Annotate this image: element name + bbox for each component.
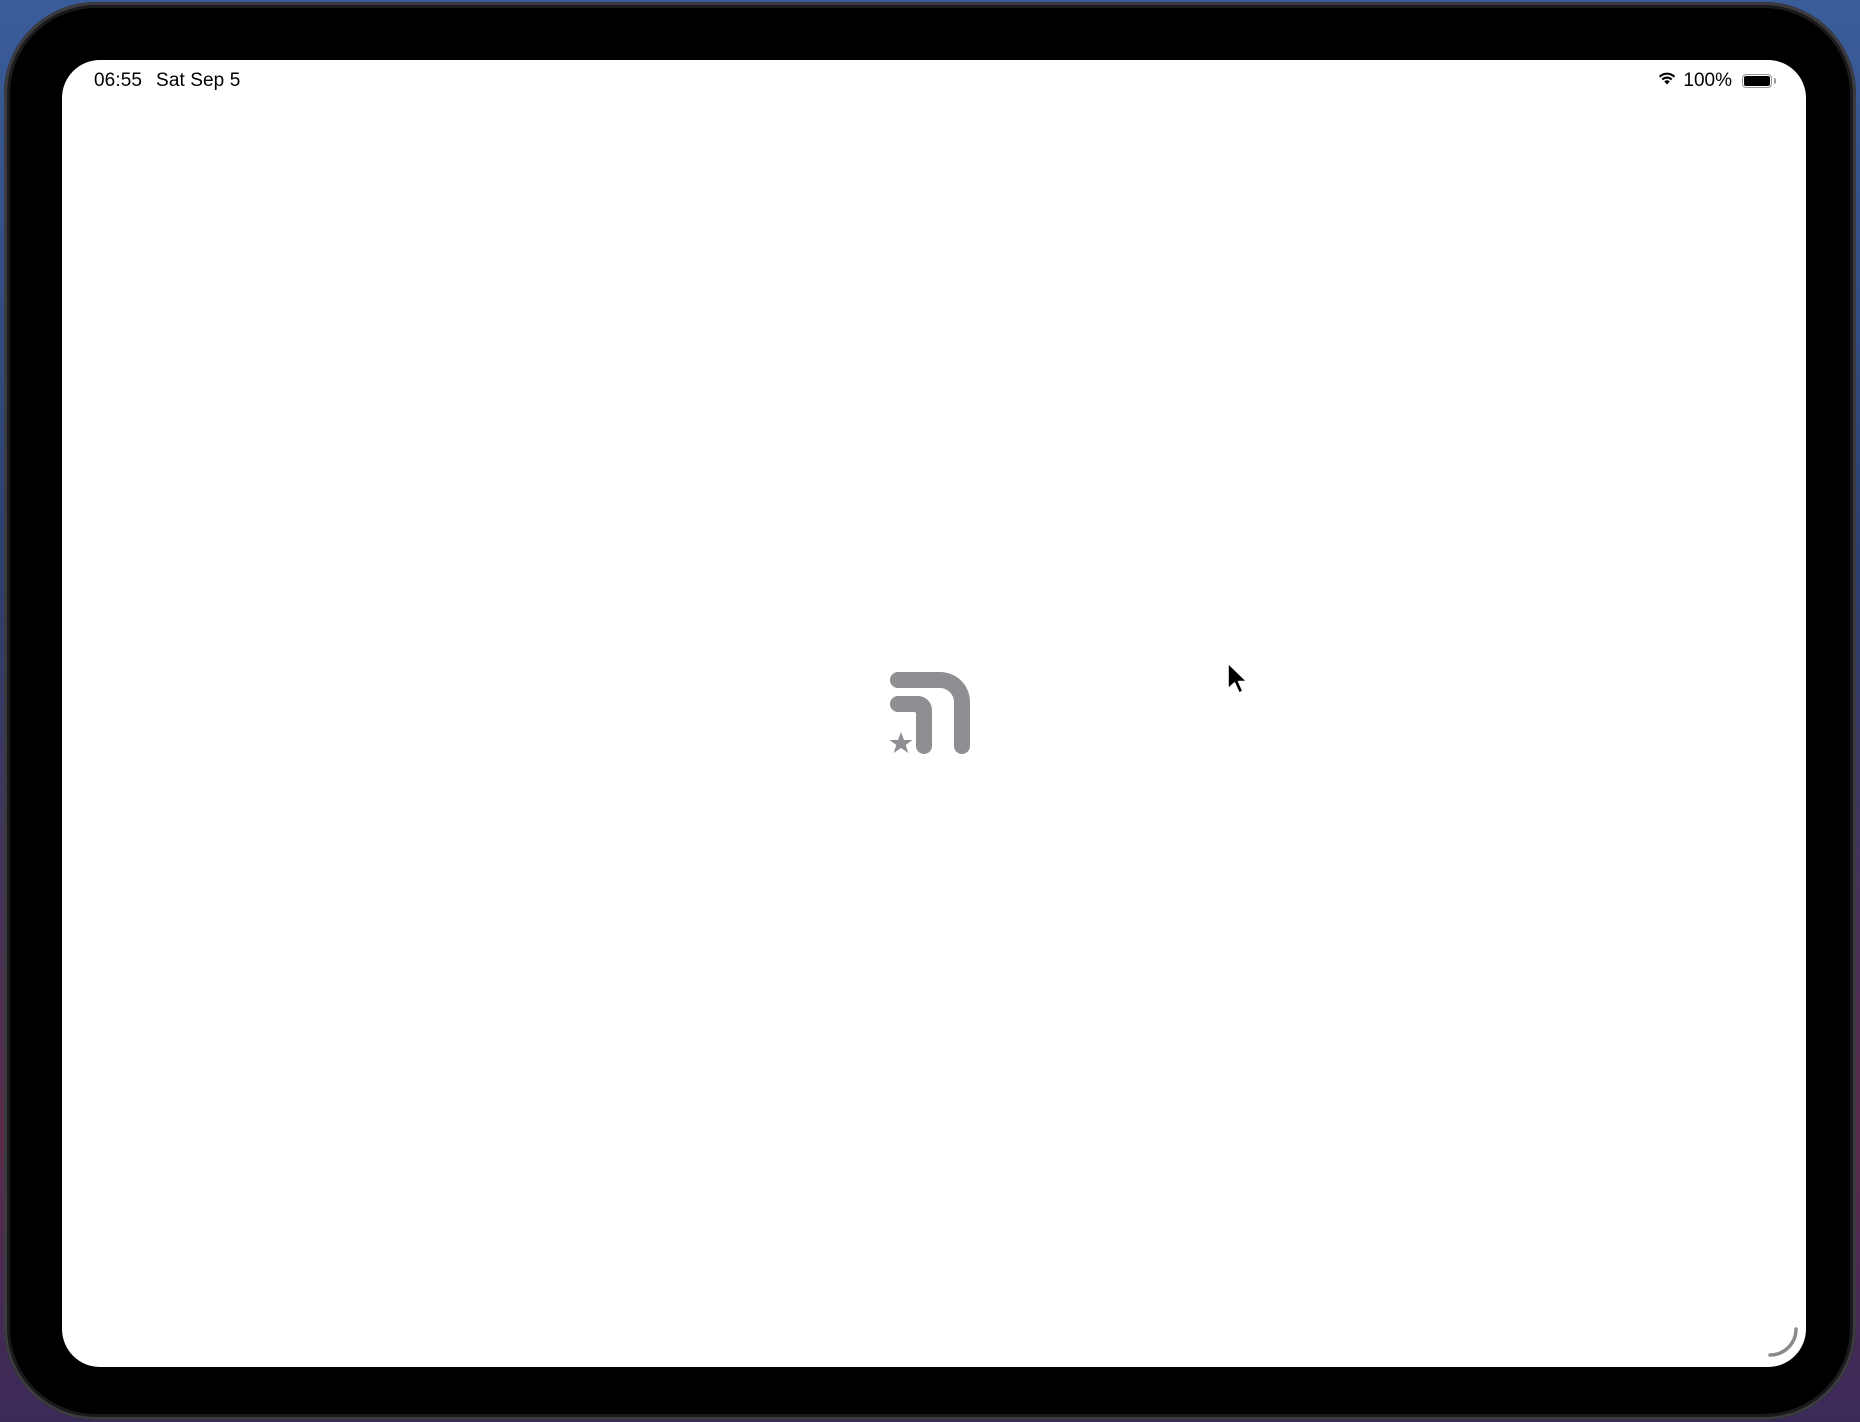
status-time: 06:55 [94,70,143,91]
status-bar-right: 100% [1657,70,1776,92]
ipad-screen: 06:55 Sat Sep 5 100% [62,60,1806,1367]
status-bar: 06:55 Sat Sep 5 100% [62,60,1806,102]
wifi-icon [1657,70,1677,92]
pointer-cursor-icon [1227,662,1248,694]
battery-percent: 100% [1683,70,1732,91]
status-date: Sat Sep 5 [156,70,241,91]
app-logo-icon [889,672,970,754]
resize-corner-indicator [1768,1327,1798,1357]
ipad-device-frame: 06:55 Sat Sep 5 100% [4,2,1856,1420]
battery-tip [1774,78,1776,84]
status-bar-left: 06:55 Sat Sep 5 [94,70,240,92]
battery-icon [1742,74,1776,88]
battery-fill [1744,76,1770,86]
